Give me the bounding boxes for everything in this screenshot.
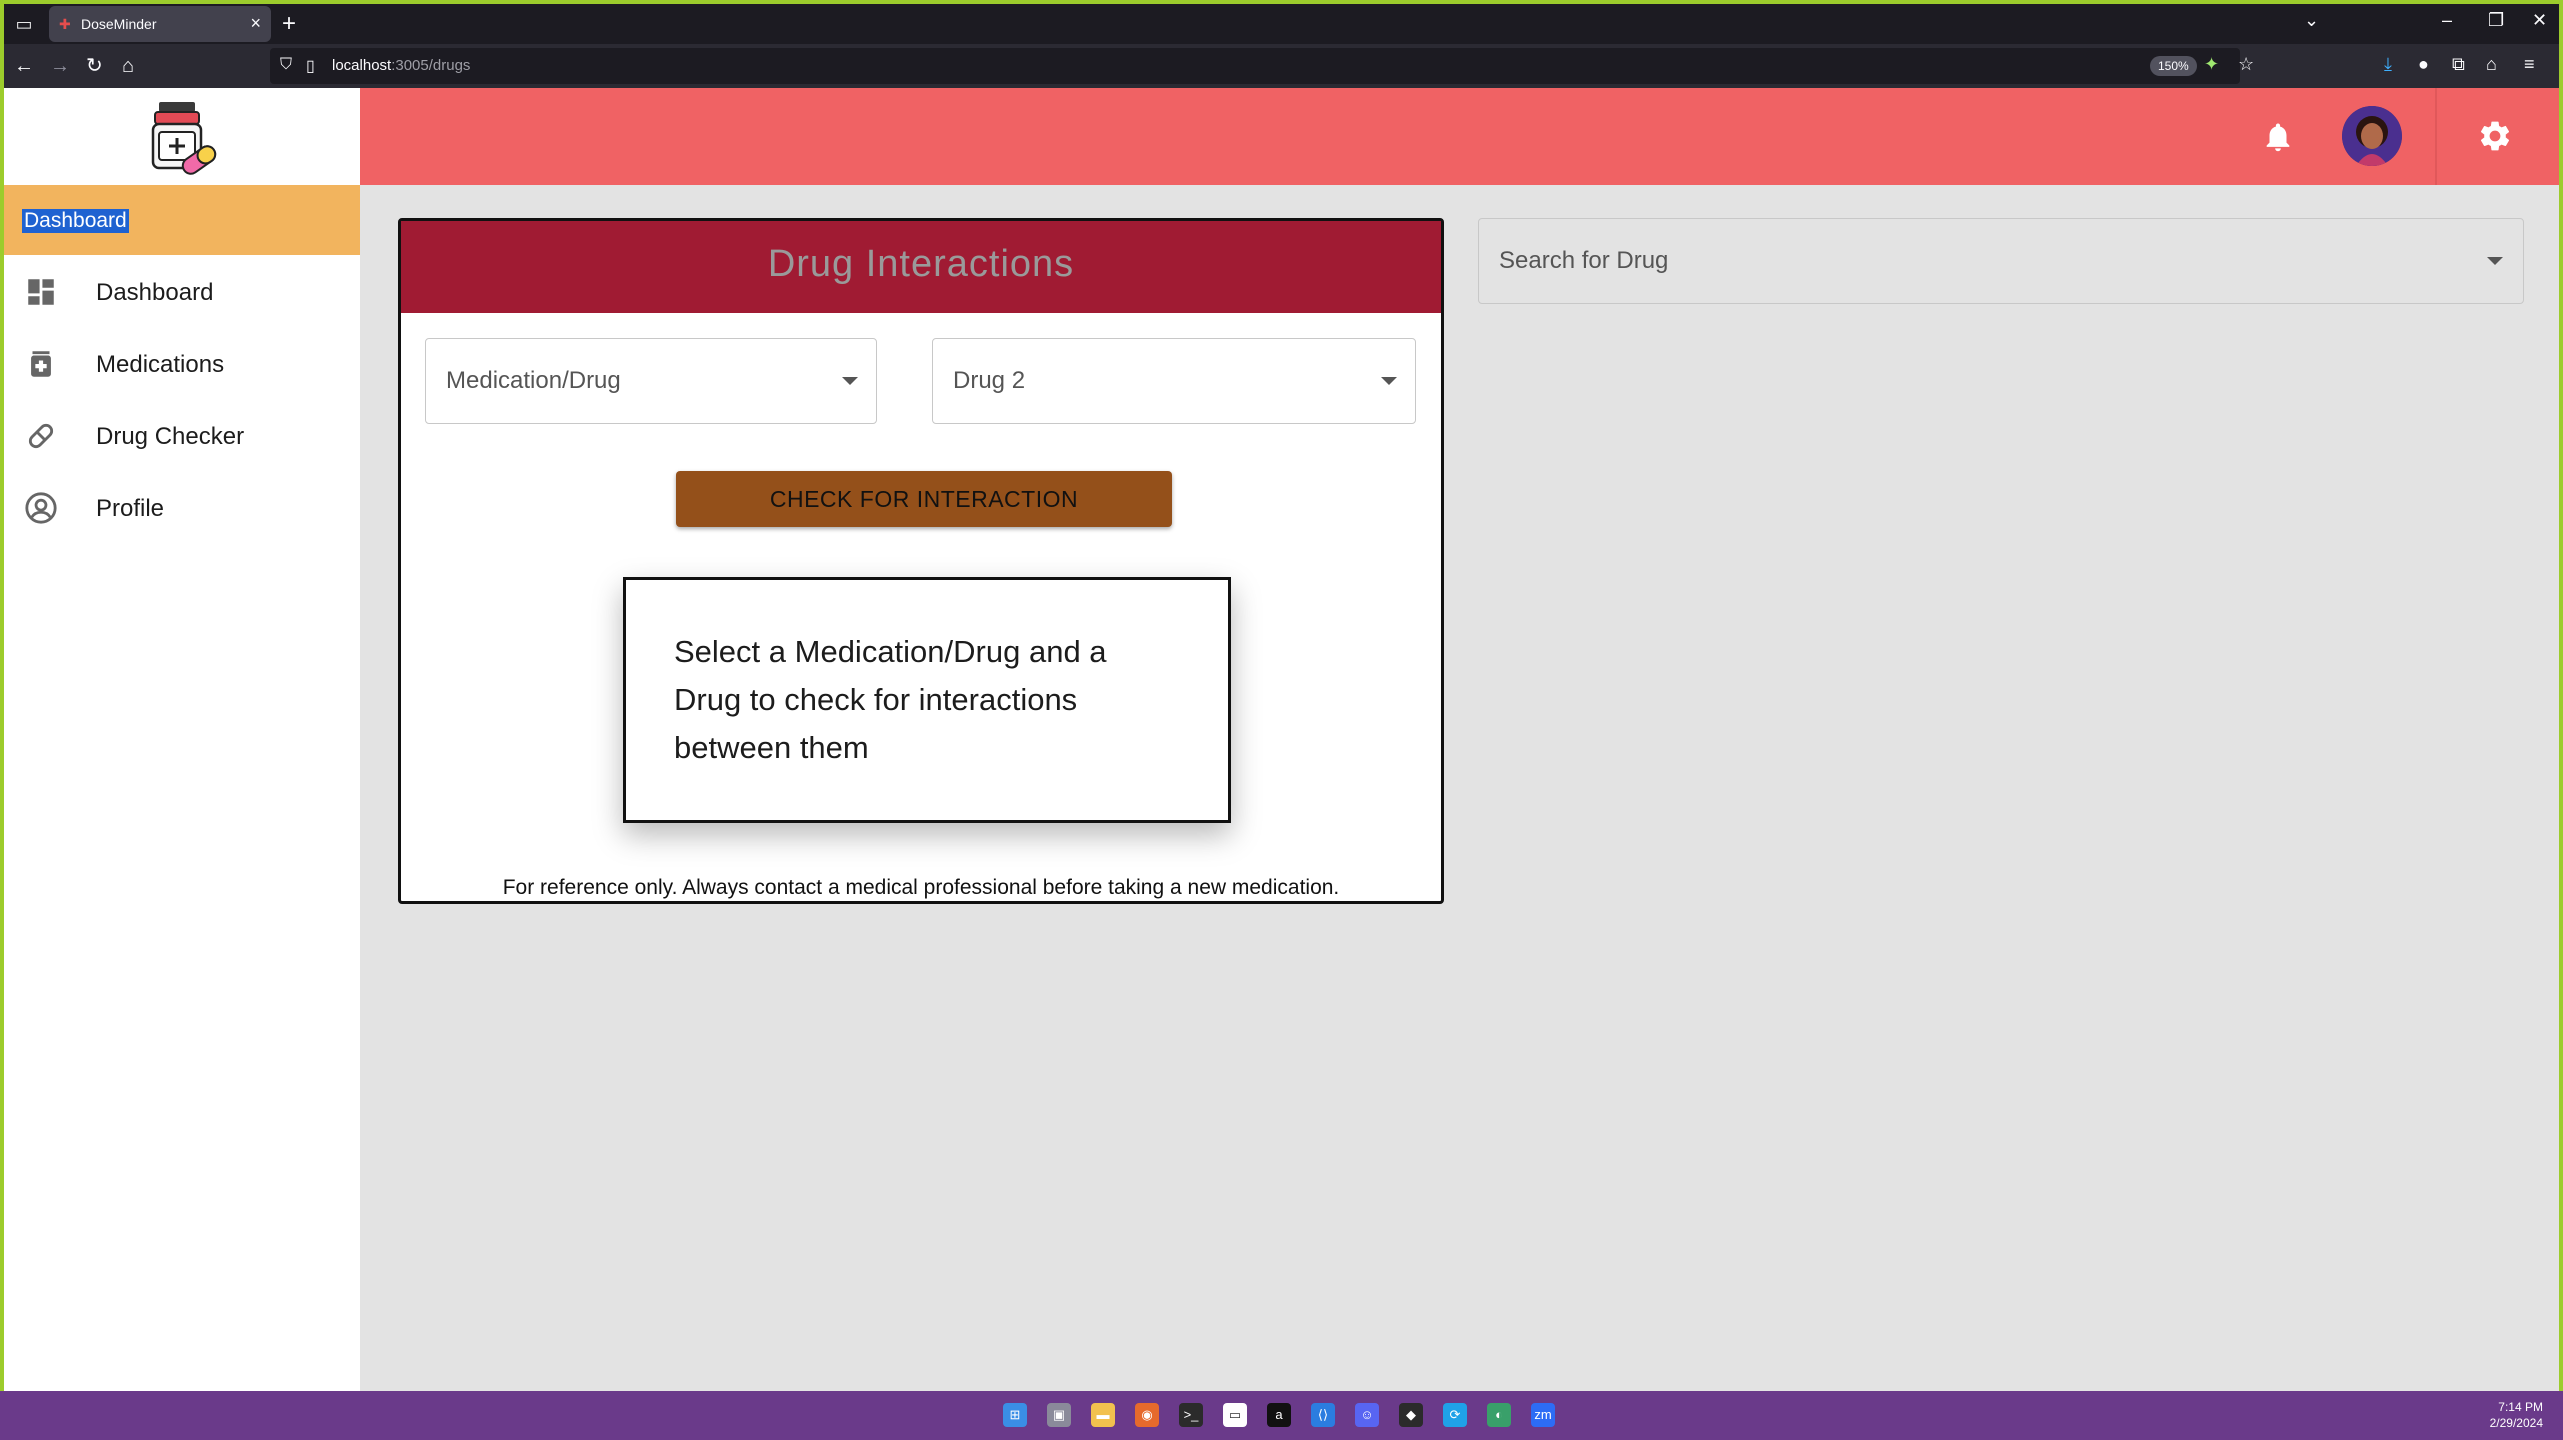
app-icon[interactable]: ◐ xyxy=(1487,1403,1511,1427)
home-icon[interactable]: ⌂ xyxy=(122,54,134,78)
extension-icon[interactable]: ✦ xyxy=(2204,54,2219,75)
chevron-down-icon xyxy=(2487,257,2503,265)
firefox-icon[interactable]: ◉ xyxy=(1135,1403,1159,1427)
url-text[interactable]: localhost:3005/drugs xyxy=(332,57,470,74)
task-view-icon[interactable]: ▣ xyxy=(1047,1403,1071,1427)
reload-icon[interactable]: ↻ xyxy=(86,54,103,78)
avatar[interactable] xyxy=(2342,106,2402,166)
sidebar-section-title: Dashboard xyxy=(22,209,129,233)
browser-nav-bar: ← → ↻ ⌂ ⛉ ▯ localhost:3005/drugs 150% ✦ … xyxy=(4,44,2559,88)
interaction-message-box: Select a Medication/Drug and a Drug to c… xyxy=(623,577,1231,823)
pill-bottle-logo[interactable] xyxy=(141,98,221,178)
system-clock[interactable]: 7:14 PM 2/29/2024 xyxy=(2490,1399,2543,1431)
card-header: Drug Interactions xyxy=(401,221,1441,313)
medication-select[interactable]: Medication/Drug xyxy=(425,338,877,424)
header-divider xyxy=(2435,88,2437,185)
app-icon[interactable]: a xyxy=(1267,1403,1291,1427)
pill-icon xyxy=(28,423,54,449)
medication-select-placeholder: Medication/Drug xyxy=(446,367,621,394)
medication-icon xyxy=(31,351,51,377)
tab-list-icon[interactable]: ▭ xyxy=(12,12,36,36)
tab-overflow-icon[interactable]: ⌄ xyxy=(2304,10,2319,31)
page-info-icon[interactable]: ▯ xyxy=(306,56,315,76)
sidebar-item-label: Drug Checker xyxy=(96,423,245,450)
interaction-message: Select a Medication/Drug and a Drug to c… xyxy=(674,634,1107,765)
app-icon[interactable]: ⟳ xyxy=(1443,1403,1467,1427)
drug-search-placeholder: Search for Drug xyxy=(1499,247,1669,274)
menu-icon[interactable]: ≡ xyxy=(2524,54,2535,75)
clock-date: 2/29/2024 xyxy=(2489,1416,2543,1430)
bell-icon[interactable] xyxy=(2261,118,2295,156)
sidebar-item-label: Profile xyxy=(96,495,165,522)
dashboard-icon xyxy=(28,279,54,305)
file-explorer-icon[interactable]: ▬ xyxy=(1091,1403,1115,1427)
zoom-level[interactable]: 150% xyxy=(2150,56,2197,76)
sidebar-section-header: Dashboard xyxy=(4,185,360,255)
logo-area xyxy=(4,88,360,185)
chevron-down-icon xyxy=(842,377,858,385)
tab-close-icon[interactable]: × xyxy=(250,13,261,34)
downloads-icon[interactable]: ⤓ xyxy=(2384,54,2392,75)
start-icon[interactable]: ⊞ xyxy=(1003,1403,1027,1427)
sync-icon[interactable]: ⌂ xyxy=(2486,54,2497,75)
chevron-down-icon xyxy=(1381,377,1397,385)
sidebar-item-dashboard[interactable]: Dashboard xyxy=(4,257,360,327)
page-title: Drug Interactions xyxy=(767,243,1075,285)
bookmark-star-icon[interactable]: ☆ xyxy=(2238,54,2254,75)
gear-icon[interactable] xyxy=(2477,118,2513,154)
new-tab-button[interactable]: + xyxy=(282,10,296,38)
browser-tab[interactable]: ✚ DoseMinder × xyxy=(49,6,271,42)
account-icon[interactable]: ● xyxy=(2418,54,2429,75)
sidebar-item-medications[interactable]: Medications xyxy=(4,329,360,399)
check-interaction-button[interactable]: CHECK FOR INTERACTION xyxy=(676,471,1172,527)
drug-search-select[interactable]: Search for Drug xyxy=(1478,218,2524,304)
sidebar-item-profile[interactable]: Profile xyxy=(4,473,360,543)
sidebar: Dashboard Dashboard Medications Drug Che… xyxy=(4,185,360,1395)
url-bar[interactable]: ⛉ ▯ localhost:3005/drugs 150% xyxy=(270,48,2240,84)
app-header xyxy=(4,88,2559,185)
vscode-icon[interactable]: ⟨⟩ xyxy=(1311,1403,1335,1427)
drug2-select-placeholder: Drug 2 xyxy=(953,367,1026,394)
back-icon[interactable]: ← xyxy=(14,54,34,78)
tab-title: DoseMinder xyxy=(81,16,157,32)
minimize-icon[interactable]: – xyxy=(2442,10,2452,31)
drug-interactions-card: Drug Interactions Medication/Drug Drug 2… xyxy=(398,218,1444,904)
profile-icon xyxy=(25,492,57,524)
clock-time: 7:14 PM xyxy=(2498,1400,2543,1414)
forward-icon[interactable]: → xyxy=(50,54,70,78)
os-taskbar: ⊞ ▣ ▬ ◉ >_ ▭ a ⟨⟩ ☺ ◆ ⟳ ◐ zm 7:14 PM 2/2… xyxy=(0,1391,2563,1440)
discord-icon[interactable]: ☺ xyxy=(1355,1403,1379,1427)
shield-icon[interactable]: ⛉ xyxy=(280,56,292,74)
browser-window: ▭ ✚ DoseMinder × + ⌄ – ❐ ✕ ← → ↻ ⌂ ⛉ ▯ l… xyxy=(4,4,2559,1440)
app-icon[interactable]: ◆ xyxy=(1399,1403,1423,1427)
window-close-icon[interactable]: ✕ xyxy=(2532,10,2547,31)
sidebar-item-label: Dashboard xyxy=(96,279,214,306)
tab-favicon-icon: ✚ xyxy=(59,16,71,32)
browser-tab-bar: ▭ ✚ DoseMinder × + ⌄ – ❐ ✕ xyxy=(4,4,2559,44)
disclaimer-text: For reference only. Always contact a med… xyxy=(502,876,1340,899)
restore-icon[interactable]: ❐ xyxy=(2488,10,2504,31)
zoom-app-icon[interactable]: zm xyxy=(1531,1403,1555,1427)
terminal-icon[interactable]: >_ xyxy=(1179,1403,1203,1427)
app-icon[interactable]: ▭ xyxy=(1223,1403,1247,1427)
sidebar-item-label: Medications xyxy=(96,351,225,378)
drug2-select[interactable]: Drug 2 xyxy=(932,338,1416,424)
sidebar-item-drug-checker[interactable]: Drug Checker xyxy=(4,401,360,471)
extensions-puzzle-icon[interactable]: ⧉ xyxy=(2452,54,2465,75)
